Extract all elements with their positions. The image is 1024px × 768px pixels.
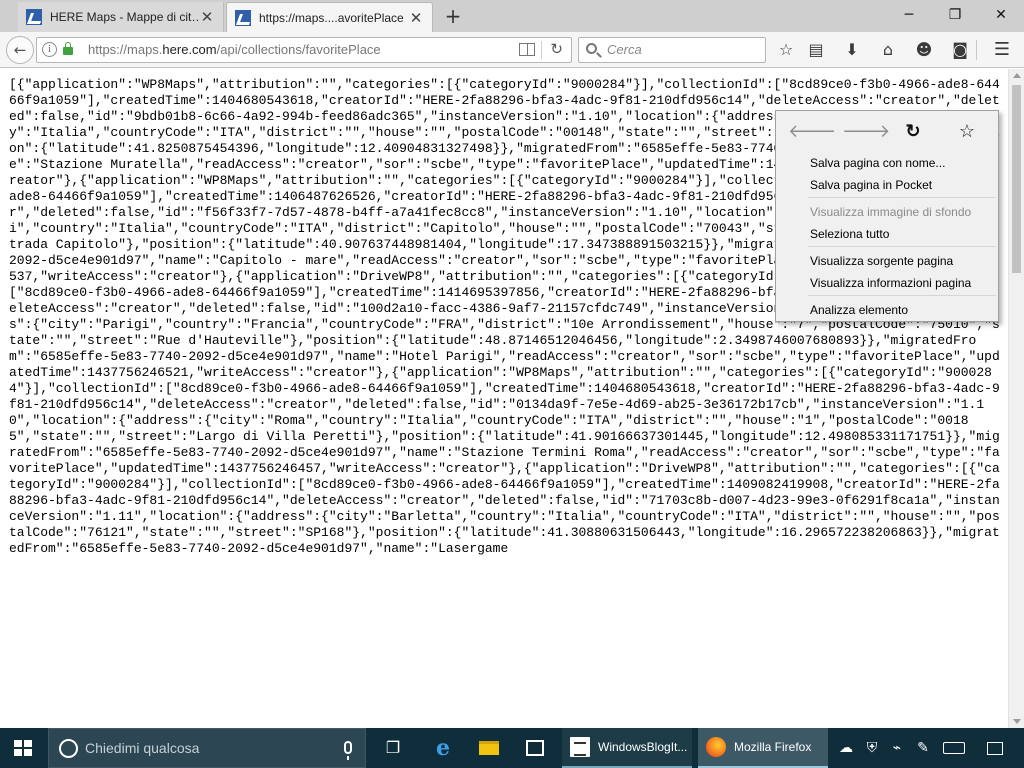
menu-separator: [808, 246, 996, 247]
here-maps-favicon-icon: [26, 9, 42, 25]
back-button[interactable]: ←: [6, 36, 34, 64]
context-bookmark-icon[interactable]: ☆: [950, 117, 984, 145]
url-text[interactable]: https://maps.here.com/api/collections/fa…: [88, 42, 381, 57]
menu-separator: [808, 295, 996, 296]
context-reload-icon[interactable]: ↻: [896, 117, 930, 145]
pocket-icon[interactable]: ◙: [948, 39, 972, 61]
tab-close-icon[interactable]: ✕: [408, 9, 424, 27]
menu-item-select-all[interactable]: Seleziona tutto: [810, 227, 889, 241]
touch-keyboard-icon[interactable]: [940, 728, 968, 768]
tab-here-maps[interactable]: HERE Maps - Mappe di cit… ✕: [18, 2, 224, 32]
edge-icon[interactable]: e: [422, 728, 464, 768]
scroll-down-icon[interactable]: [1013, 719, 1021, 724]
cortana-placeholder: Chiedimi qualcosa: [85, 740, 200, 756]
home-icon[interactable]: ⌂: [876, 39, 900, 61]
feedback-smiley-icon[interactable]: ☻: [912, 39, 936, 61]
maximize-button[interactable]: ❐: [932, 0, 978, 30]
vertical-scrollbar[interactable]: [1008, 69, 1024, 728]
context-menu: 🡐 🡒 ↻ ☆ Salva pagina con nome... Salva p…: [775, 110, 999, 322]
tab-title: https://maps....avoritePlace: [259, 10, 404, 25]
new-tab-button[interactable]: +: [440, 4, 466, 28]
onedrive-cloud-icon[interactable]: ☁: [836, 728, 856, 768]
secure-lock-icon[interactable]: [63, 42, 73, 55]
minimize-button[interactable]: ─: [886, 0, 932, 30]
taskbar-app-label: WindowsBlogIt...: [598, 740, 688, 754]
menu-separator: [808, 197, 996, 198]
store-icon[interactable]: [514, 728, 556, 768]
windows-ink-pen-icon[interactable]: ✎: [912, 728, 934, 768]
close-window-button[interactable]: ✕: [978, 0, 1024, 30]
windows-taskbar: Chiedimi qualcosa ❐ e WindowsBlogIt... M…: [0, 728, 1024, 768]
windows-start-icon[interactable]: [14, 740, 32, 756]
site-info-icon[interactable]: i: [42, 42, 57, 57]
scrollbar-thumb[interactable]: [1012, 85, 1021, 273]
url-bar[interactable]: i https://maps.here.com/api/collections/…: [36, 37, 572, 63]
bookmark-star-icon[interactable]: ☆: [774, 39, 798, 61]
tab-strip: HERE Maps - Mappe di cit… ✕ https://maps…: [0, 0, 1024, 32]
context-forward-icon[interactable]: 🡒: [842, 117, 890, 145]
navigation-toolbar: ← i https://maps.here.com/api/collection…: [0, 32, 1024, 68]
scroll-up-icon[interactable]: [1013, 73, 1021, 78]
menu-item-inspect-element[interactable]: Analizza elemento: [810, 303, 908, 317]
search-placeholder: Cerca: [607, 42, 642, 57]
menu-item-save-page-as[interactable]: Salva pagina con nome...: [810, 156, 945, 170]
cortana-icon: [59, 739, 78, 758]
firefox-icon: [706, 737, 726, 757]
search-bar[interactable]: Cerca: [578, 37, 766, 63]
toolbar-separator: [976, 40, 977, 60]
tab-favorite-place[interactable]: https://maps....avoritePlace ✕: [226, 2, 433, 32]
task-view-icon[interactable]: ❐: [372, 728, 414, 768]
taskbar-app-firefox[interactable]: Mozilla Firefox: [698, 728, 828, 768]
network-icon[interactable]: ⌁: [886, 728, 908, 768]
taskbar-app-windowsblog[interactable]: WindowsBlogIt...: [562, 728, 692, 768]
file-explorer-icon[interactable]: [468, 728, 510, 768]
bookmarks-list-icon[interactable]: ▤: [804, 39, 828, 61]
taskbar-app-label: Mozilla Firefox: [734, 740, 812, 754]
action-center-icon[interactable]: [984, 728, 1006, 768]
menu-item-view-background-image: Visualizza immagine di sfondo: [810, 205, 972, 219]
defender-shield-icon[interactable]: ⛨: [862, 728, 882, 768]
document-app-icon: [570, 737, 590, 757]
downloads-icon[interactable]: ⬇: [840, 39, 864, 61]
search-icon: [586, 43, 597, 54]
here-maps-favicon-icon: [235, 9, 251, 26]
reload-icon[interactable]: ↻: [550, 40, 563, 58]
url-bar-separator: [541, 41, 542, 59]
reader-view-icon[interactable]: [519, 43, 535, 56]
hamburger-menu-icon[interactable]: ☰: [990, 39, 1014, 61]
tab-title: HERE Maps - Mappe di cit…: [50, 10, 199, 24]
menu-item-save-to-pocket[interactable]: Salva pagina in Pocket: [810, 178, 932, 192]
tab-close-icon[interactable]: ✕: [199, 8, 215, 26]
context-back-icon[interactable]: 🡐: [788, 117, 836, 145]
microphone-icon[interactable]: [344, 741, 352, 760]
menu-item-view-page-source[interactable]: Visualizza sorgente pagina: [810, 254, 953, 268]
cortana-search-box[interactable]: Chiedimi qualcosa: [48, 728, 366, 768]
menu-item-view-page-info[interactable]: Visualizza informazioni pagina: [810, 276, 971, 290]
